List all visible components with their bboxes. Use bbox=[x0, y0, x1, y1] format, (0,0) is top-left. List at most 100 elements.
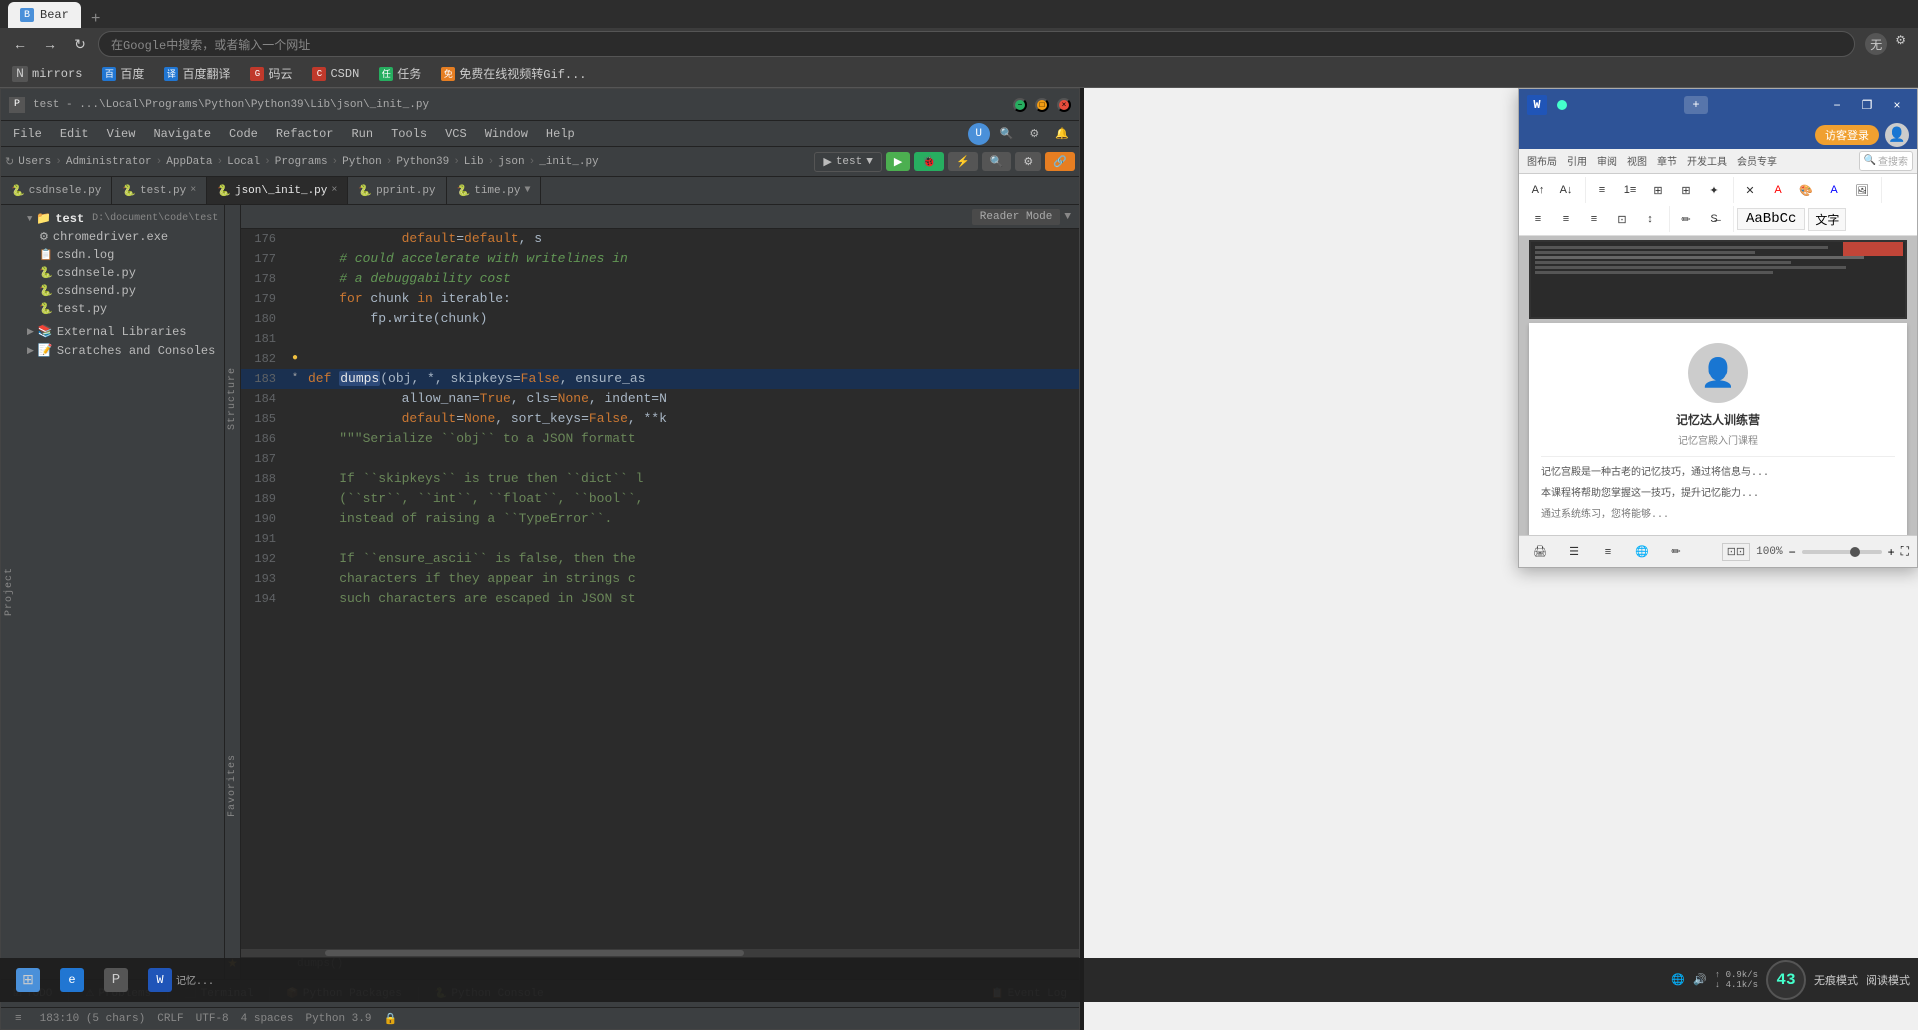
strikethrough-btn[interactable]: S̶ bbox=[1701, 206, 1727, 232]
image-btn[interactable]: 🖼 bbox=[1849, 177, 1875, 203]
ribbon-tab-dev[interactable]: 开发工具 bbox=[1683, 151, 1731, 171]
status-python[interactable]: Python 3.9 bbox=[305, 1013, 371, 1025]
tab-time-chevron[interactable]: ▼ bbox=[524, 185, 530, 196]
settings-icon[interactable]: ⚙ bbox=[1891, 33, 1910, 55]
breadcrumb-administrator[interactable]: Administrator bbox=[66, 156, 152, 168]
word-close-button[interactable]: × bbox=[1885, 93, 1909, 117]
bookmark-gitee[interactable]: G 码云 bbox=[246, 63, 296, 84]
status-crlf[interactable]: CRLF bbox=[157, 1013, 183, 1025]
breadcrumb-refresh[interactable]: ↻ bbox=[5, 155, 14, 169]
ribbon-tab-layout[interactable]: 图布局 bbox=[1523, 151, 1561, 171]
address-bar[interactable]: 在Google中搜索，或者输入一个网址 bbox=[98, 31, 1855, 57]
line-spacing-btn[interactable]: ↕ bbox=[1637, 206, 1663, 232]
tree-test[interactable]: 🐍 test.py bbox=[35, 300, 236, 318]
taskbar-ide[interactable]: P bbox=[96, 964, 136, 996]
menu-navigate[interactable]: Navigate bbox=[145, 125, 219, 143]
tree-csdn-log[interactable]: 📋 csdn.log bbox=[35, 246, 236, 264]
tree-external-libs[interactable]: ▶ 📚 External Libraries bbox=[23, 322, 236, 341]
run-button[interactable]: ▶ bbox=[886, 152, 910, 171]
debug-button[interactable]: 🐞 bbox=[914, 152, 944, 171]
taskbar-start[interactable]: ⊞ bbox=[8, 964, 48, 996]
font-color-btn[interactable]: A bbox=[1821, 177, 1847, 203]
ide-close-button[interactable]: × bbox=[1057, 98, 1071, 112]
word-plus-tab[interactable]: + bbox=[1684, 96, 1707, 114]
bookmark-tasks[interactable]: 任 任务 bbox=[375, 63, 425, 84]
ide-user-avatar[interactable]: U bbox=[968, 123, 990, 145]
login-button[interactable]: 访客登录 bbox=[1815, 125, 1879, 145]
ribbon-tab-ref[interactable]: 引用 bbox=[1563, 151, 1591, 171]
menu-edit[interactable]: Edit bbox=[52, 125, 97, 143]
breadcrumb-programs[interactable]: Programs bbox=[275, 156, 328, 168]
zoom-out-button[interactable]: − bbox=[1789, 545, 1796, 559]
taskbar-browser[interactable]: e bbox=[52, 964, 92, 996]
breadcrumb-lib[interactable]: Lib bbox=[464, 156, 484, 168]
ribbon-tab-view[interactable]: 视图 bbox=[1623, 151, 1651, 171]
tab-test[interactable]: 🐍 test.py × bbox=[112, 177, 207, 204]
tab-test-close[interactable]: × bbox=[190, 185, 196, 196]
clock[interactable]: 无痕模式 bbox=[1814, 972, 1858, 988]
extra-button[interactable]: 🔗 bbox=[1045, 152, 1075, 171]
settings-ide-button[interactable]: ⚙ bbox=[1015, 152, 1041, 171]
taskbar-word[interactable]: W 记忆... bbox=[140, 964, 222, 996]
word-search-box[interactable]: 🔍 查搜索 bbox=[1859, 151, 1913, 171]
status-indent[interactable]: 4 spaces bbox=[241, 1013, 294, 1025]
word-restore-button[interactable]: ❐ bbox=[1855, 93, 1879, 117]
font-size-decrease-btn[interactable]: A↓ bbox=[1553, 177, 1579, 203]
bookmark-translate[interactable]: 译 百度翻译 bbox=[160, 63, 234, 84]
code-editor[interactable]: Reader Mode ▼ 176 default=default, s 177 bbox=[241, 205, 1079, 979]
tree-chromedriver[interactable]: ⚙ chromedriver.exe bbox=[35, 228, 236, 246]
coverage-button[interactable]: ⚡ bbox=[948, 152, 978, 171]
statusbar-layout-icon[interactable]: 🖨 bbox=[1527, 539, 1553, 565]
menu-tools[interactable]: Tools bbox=[383, 125, 435, 143]
user-avatar-word[interactable]: 👤 bbox=[1885, 123, 1909, 147]
reading-mode-tray[interactable]: 阅读模式 bbox=[1866, 972, 1910, 988]
tree-root[interactable]: ▼ 📁 test D:\document\code\test bbox=[23, 209, 236, 228]
ide-search-button[interactable]: 🔍 bbox=[994, 125, 1020, 142]
menu-refactor[interactable]: Refactor bbox=[268, 125, 342, 143]
tab-pprint[interactable]: 🐍 pprint.py bbox=[348, 177, 446, 204]
statusbar-edit-icon[interactable]: ✏ bbox=[1663, 539, 1689, 565]
reader-mode-toggle[interactable]: Reader Mode bbox=[972, 209, 1061, 225]
tree-csdnsend[interactable]: 🐍 csdnsend.py bbox=[35, 282, 236, 300]
horizontal-scrollbar[interactable] bbox=[241, 949, 1079, 957]
user-icon[interactable]: 无 bbox=[1865, 33, 1887, 55]
list-number-btn[interactable]: 1≡ bbox=[1617, 177, 1643, 203]
tray-network[interactable]: 🌐 bbox=[1671, 973, 1685, 987]
fullscreen-button[interactable]: ⛶ bbox=[1901, 544, 1909, 559]
status-lock-icon[interactable]: 🔒 bbox=[383, 1012, 397, 1026]
breadcrumb-local[interactable]: Local bbox=[227, 156, 260, 168]
breadcrumb-python[interactable]: Python bbox=[342, 156, 382, 168]
bookmark-baidu[interactable]: 百 百度 bbox=[98, 63, 148, 84]
menu-window[interactable]: Window bbox=[477, 125, 536, 143]
menu-vcs[interactable]: VCS bbox=[437, 125, 475, 143]
style-sample[interactable]: AaBbCc bbox=[1737, 208, 1805, 230]
tray-volume[interactable]: 🔊 bbox=[1693, 973, 1707, 987]
menu-run[interactable]: Run bbox=[343, 125, 381, 143]
bg-color-btn[interactable]: 🎨 bbox=[1793, 177, 1819, 203]
tab-csdnsele[interactable]: 🐍 csdnsele.py bbox=[1, 177, 112, 204]
ide-settings-button[interactable]: ⚙ bbox=[1023, 125, 1045, 142]
statusbar-columns-icon[interactable]: ≡ bbox=[1595, 539, 1621, 565]
run-config-select[interactable]: ▶ test ▼ bbox=[814, 152, 881, 172]
ide-maximize-button[interactable]: □ bbox=[1035, 98, 1049, 112]
menu-code[interactable]: Code bbox=[221, 125, 266, 143]
highlight-btn[interactable]: A bbox=[1765, 177, 1791, 203]
breadcrumb-users[interactable]: Users bbox=[18, 156, 51, 168]
menu-help[interactable]: Help bbox=[538, 125, 583, 143]
ribbon-tab-member[interactable]: 会员专享 bbox=[1733, 151, 1781, 171]
two-page-view[interactable]: ⊡⊡ bbox=[1722, 543, 1750, 561]
bookmark-csdn[interactable]: C CSDN bbox=[308, 65, 363, 83]
back-button[interactable]: ← bbox=[8, 32, 32, 56]
align-right-btn[interactable]: ≡ bbox=[1581, 206, 1607, 232]
ribbon-tab-chapter[interactable]: 章节 bbox=[1653, 151, 1681, 171]
statusbar-web-icon[interactable]: 🌐 bbox=[1629, 539, 1655, 565]
indent-btn[interactable]: ⊞ bbox=[1645, 177, 1671, 203]
ide-sidebar-toggle[interactable]: ≡ bbox=[9, 1011, 28, 1027]
ribbon-tab-review[interactable]: 审阅 bbox=[1593, 151, 1621, 171]
refresh-button[interactable]: ↻ bbox=[68, 32, 92, 56]
list-bullet-btn[interactable]: ≡ bbox=[1589, 177, 1615, 203]
breadcrumb-json[interactable]: json bbox=[498, 156, 524, 168]
word-content-area[interactable]: 👤 记忆达人训练营 记忆宫殿入门课程 记忆宫殿是一种古老的记忆技巧，通过将信息与… bbox=[1519, 236, 1917, 535]
tab-json-close[interactable]: × bbox=[331, 185, 337, 196]
ide-notifications-button[interactable]: 🔔 bbox=[1049, 125, 1075, 142]
